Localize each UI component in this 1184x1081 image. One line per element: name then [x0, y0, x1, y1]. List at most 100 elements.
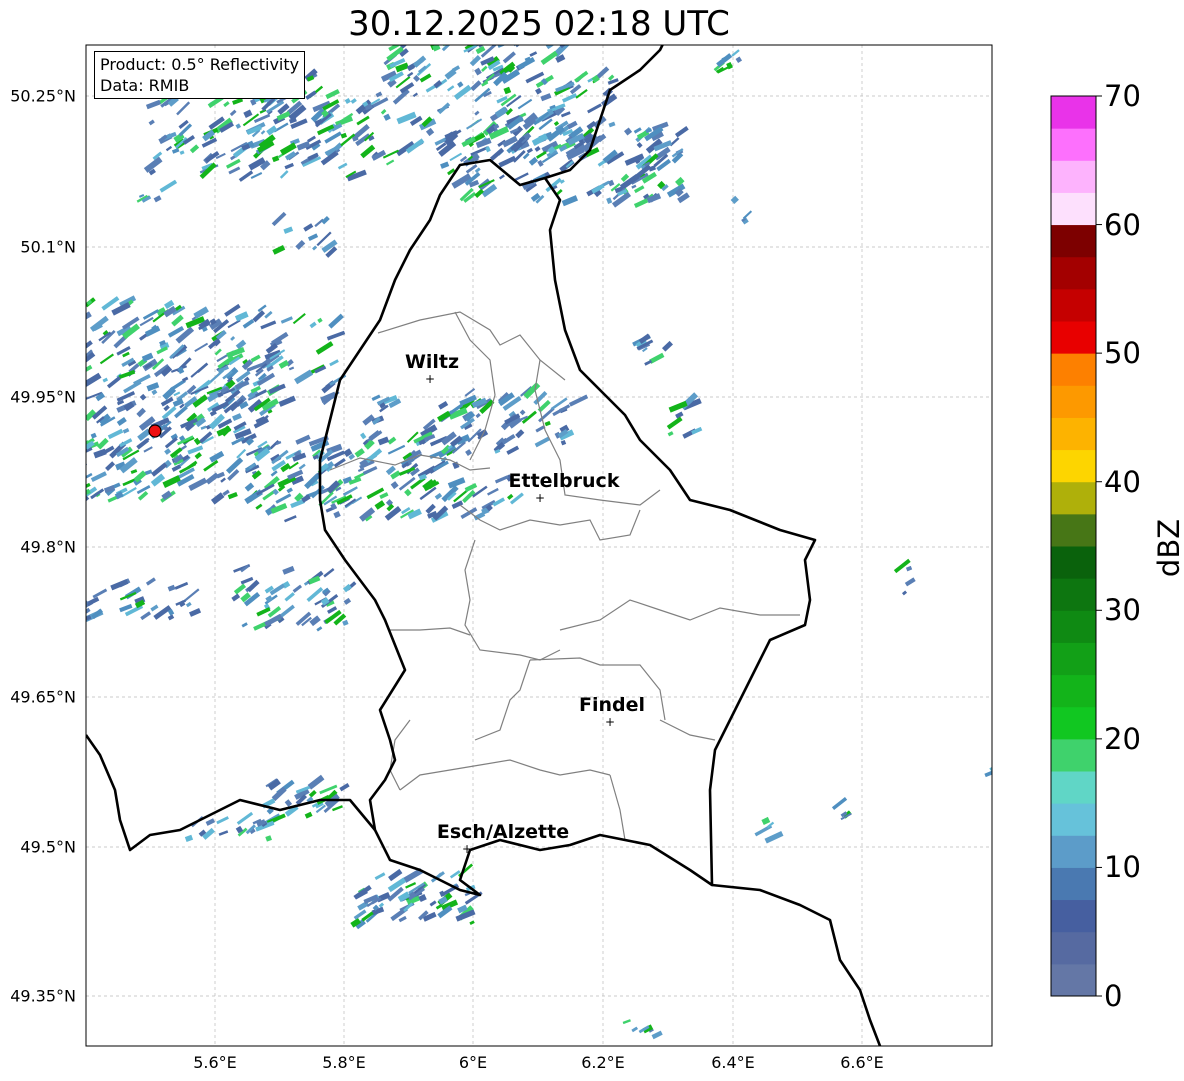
- echo-cell: [540, 93, 552, 102]
- echo-cell: [371, 394, 381, 402]
- echo-cell: [356, 115, 370, 126]
- echo-cell: [284, 592, 295, 602]
- echo-cell: [272, 245, 286, 255]
- echo-cell: [70, 444, 84, 457]
- echo-cell: [39, 415, 48, 421]
- echo-cell: [307, 233, 319, 241]
- echo-cell: [764, 830, 784, 844]
- lat-tick-label: 49.5°N: [20, 837, 76, 857]
- echo-cell: [110, 578, 129, 591]
- lat-tick-label: 49.35°N: [10, 986, 76, 1006]
- echo-cell: [44, 405, 59, 418]
- colorbar-segment: [1051, 256, 1096, 290]
- echo-cell: [451, 500, 464, 509]
- echo-cell: [303, 223, 314, 232]
- echo-cell: [167, 584, 176, 592]
- city-marker: +: [535, 491, 545, 505]
- echo-cell: [76, 437, 81, 442]
- colorbar-tick-label: 20: [1104, 721, 1141, 756]
- echo-cell: [86, 461, 88, 472]
- echo-cell: [295, 239, 306, 250]
- echo-cell: [174, 581, 189, 590]
- echo-cell: [385, 159, 395, 166]
- echo-cell: [46, 362, 65, 374]
- echo-cell: [67, 464, 74, 469]
- echo-cell: [449, 152, 463, 162]
- echo-cell: [316, 626, 323, 632]
- echo-cell: [404, 488, 412, 497]
- echo-cell: [413, 74, 421, 82]
- echo-cell: [587, 103, 602, 114]
- echo-cell: [69, 441, 83, 451]
- echo-cell: [278, 359, 290, 369]
- colorbar-segment: [1051, 963, 1096, 997]
- colorbar-segment: [1051, 513, 1096, 547]
- echo-cell: [92, 588, 108, 599]
- echo-cell: [304, 473, 321, 490]
- echo-cell: [70, 575, 83, 586]
- echo-cell: [278, 395, 296, 407]
- colorbar-segment: [1051, 738, 1096, 772]
- echo-cell: [487, 487, 499, 496]
- echo-cell: [344, 98, 351, 105]
- echo-cell: [413, 55, 427, 68]
- echo-cell: [498, 174, 505, 180]
- echo-cell: [90, 471, 107, 482]
- echo-cell: [90, 432, 97, 439]
- echo-cell: [133, 374, 151, 386]
- colorbar-segment: [1051, 546, 1096, 579]
- echo-cell: [392, 30, 403, 39]
- echo-cell: [474, 67, 482, 76]
- echo-cell: [831, 797, 848, 811]
- echo-cell: [61, 592, 68, 600]
- echo-cell: [45, 352, 64, 363]
- echo-cell: [527, 37, 532, 41]
- echo-cell: [475, 413, 481, 419]
- echo-cell: [517, 98, 533, 110]
- echo-cell: [171, 314, 184, 327]
- echo-cell: [260, 130, 266, 135]
- echo-cell: [164, 448, 172, 455]
- colorbar-tick-label: 0: [1104, 979, 1123, 1013]
- echo-cell: [317, 317, 323, 324]
- echo-cell: [498, 155, 517, 168]
- echo-cell: [292, 584, 303, 593]
- echo-cell: [606, 197, 613, 204]
- echo-cell: [49, 424, 59, 433]
- echo-cell: [288, 366, 295, 371]
- echo-cell: [44, 368, 54, 377]
- echo-cell: [387, 436, 397, 445]
- echo-cell: [567, 120, 578, 130]
- echo-cell: [674, 126, 689, 138]
- echo-cell: [36, 417, 48, 427]
- lon-tick-label: 6.6°E: [840, 1053, 884, 1072]
- echo-cell: [146, 382, 160, 392]
- echo-cell: [437, 102, 451, 115]
- echo-cell: [314, 218, 324, 228]
- lat-tick-label: 50.25°N: [10, 86, 76, 106]
- echo-cell: [41, 460, 56, 472]
- echo-cell: [534, 436, 551, 448]
- colorbar-segment: [1051, 642, 1096, 676]
- radar-site-dot: [148, 424, 162, 438]
- echo-cell: [228, 166, 241, 175]
- colorbar-tick-label: 70: [1104, 79, 1141, 113]
- echo-cell: [51, 485, 65, 498]
- colorbar-tick-label: 40: [1104, 464, 1141, 499]
- echo-cell: [509, 492, 524, 505]
- echo-cell: [502, 51, 516, 64]
- echo-cell: [93, 448, 107, 459]
- echo-cell: [622, 1019, 631, 1025]
- echo-cell: [512, 45, 530, 47]
- echo-cell: [54, 453, 72, 464]
- echo-cell: [86, 604, 87, 611]
- echo-cell: [377, 436, 390, 446]
- echo-cell: [77, 606, 86, 614]
- colorbar-segment: [1051, 706, 1096, 740]
- echo-cell: [163, 404, 170, 412]
- lat-tick-label: 49.65°N: [10, 687, 76, 707]
- echo-cell: [306, 586, 324, 602]
- echo-cell: [380, 108, 387, 115]
- echo-cell: [469, 920, 475, 926]
- echo-cell: [279, 604, 295, 619]
